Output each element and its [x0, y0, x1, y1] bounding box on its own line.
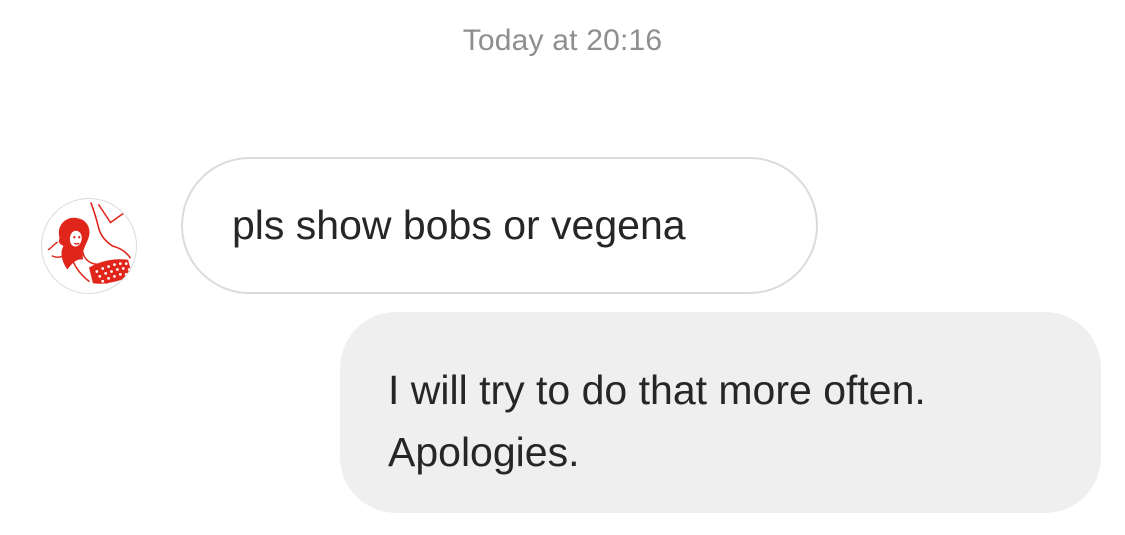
- outgoing-message-bubble[interactable]: I will try to do that more often. Apolog…: [340, 312, 1101, 513]
- user-avatar-icon: [47, 202, 133, 284]
- incoming-message-bubble[interactable]: pls show bobs or vegena: [181, 157, 818, 294]
- outgoing-message-text: I will try to do that more often. Apolog…: [388, 367, 926, 475]
- sender-avatar[interactable]: [41, 198, 137, 294]
- message-timestamp: Today at 20:16: [462, 24, 663, 57]
- incoming-message-text: pls show bobs or vegena: [232, 201, 686, 248]
